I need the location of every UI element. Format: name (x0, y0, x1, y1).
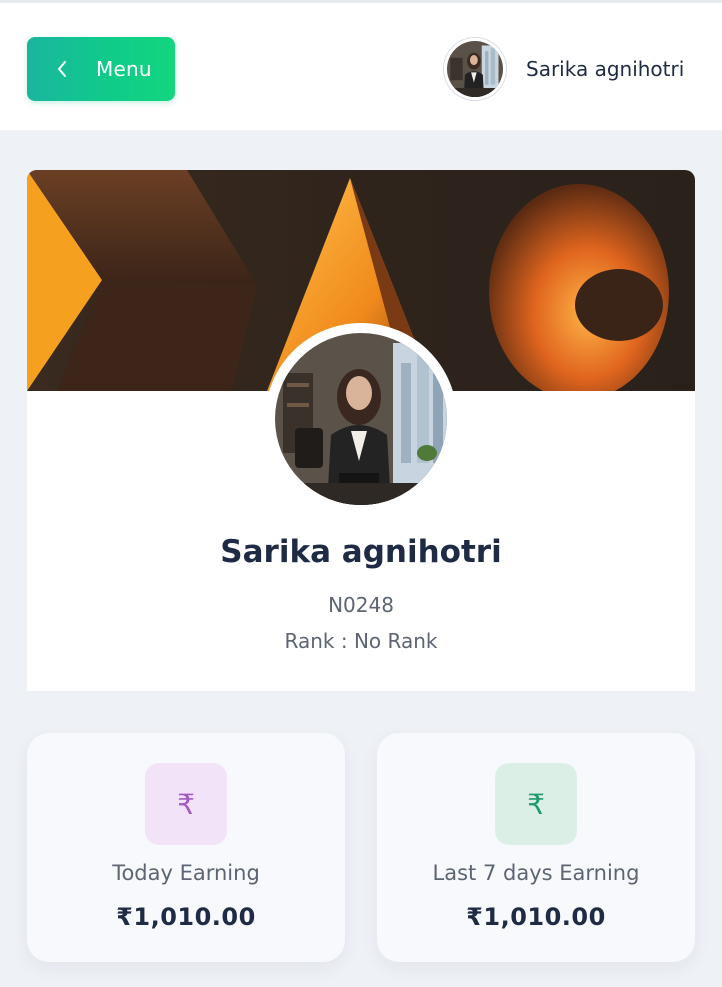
stat-card-last-7-days[interactable]: ₹ Last 7 days Earning ₹1,010.00 (377, 733, 695, 962)
rupee-icon: ₹ (145, 763, 227, 845)
menu-button[interactable]: Menu (27, 37, 175, 101)
profile-card: Sarika agnihotri N0248 Rank : No Rank (27, 170, 695, 691)
top-bar: Menu Sarika agnihotri (0, 0, 722, 130)
profile-name: Sarika agnihotri (220, 534, 502, 570)
stat-label: Last 7 days Earning (432, 861, 640, 885)
profile-avatar[interactable] (265, 323, 457, 515)
user-chip[interactable]: Sarika agnihotri (444, 37, 684, 101)
stat-value: ₹1,010.00 (466, 903, 606, 931)
stat-card-today[interactable]: ₹ Today Earning ₹1,010.00 (27, 733, 345, 962)
stat-label: Today Earning (112, 861, 260, 885)
profile-id: N0248 (328, 593, 394, 617)
stat-value: ₹1,010.00 (116, 903, 256, 931)
menu-button-label: Menu (96, 57, 152, 81)
rupee-icon: ₹ (495, 763, 577, 845)
avatar-photo (447, 41, 503, 97)
user-name: Sarika agnihotri (526, 57, 685, 81)
chevron-left-icon (58, 61, 66, 77)
avatar[interactable] (444, 38, 506, 100)
profile-rank: Rank : No Rank (284, 629, 438, 653)
profile-photo (275, 333, 447, 505)
